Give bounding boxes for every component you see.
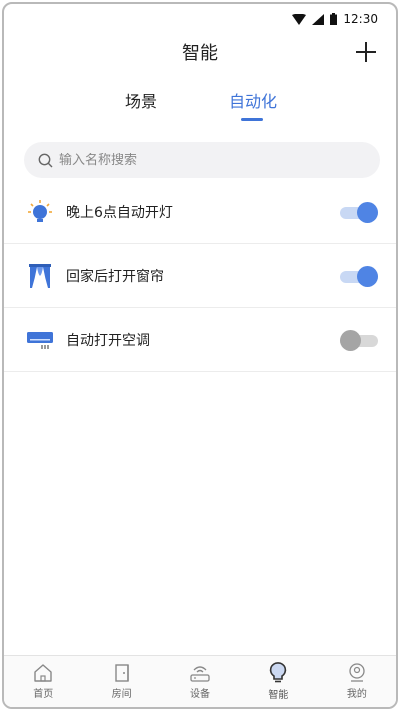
nav-home[interactable]: 首页 (4, 656, 82, 707)
status-time: 12:30 (343, 12, 378, 26)
nav-room[interactable]: 房间 (82, 656, 160, 707)
add-button[interactable] (352, 38, 380, 66)
search-bar[interactable] (24, 142, 380, 178)
automation-list: 晚上6点自动开灯 回家后打开窗帘 自动打开空调 (4, 180, 396, 372)
nav-label: 智能 (268, 690, 289, 701)
phone-frame: 12:30 智能 场景 自动化 输入名称搜索 晚上6点自动开灯 回家后打开窗帘 … (2, 2, 398, 709)
automation-toggle[interactable] (340, 266, 378, 287)
nav-label: 首页 (33, 689, 54, 700)
smart-bulb-icon (270, 662, 287, 683)
list-item[interactable]: 回家后打开窗帘 (4, 244, 396, 308)
light-bulb-icon (26, 198, 54, 226)
nav-profile[interactable]: 我的 (318, 656, 396, 707)
search-icon (38, 153, 53, 167)
nav-label: 我的 (346, 689, 367, 700)
wifi-icon (292, 13, 307, 25)
bottom-nav: 首页 房间 设备 智能 我的 (4, 655, 396, 707)
automation-toggle[interactable] (340, 202, 378, 223)
battery-icon (330, 13, 338, 25)
tab-scene[interactable]: 场景 (101, 88, 181, 112)
home-icon (34, 664, 52, 682)
profile-icon (349, 663, 365, 682)
tab-bar: 场景 自动化 (4, 88, 396, 128)
search-input[interactable] (59, 152, 359, 168)
status-bar: 12:30 (4, 4, 396, 34)
router-icon (190, 666, 210, 682)
nav-label: 房间 (111, 689, 132, 700)
list-item[interactable]: 自动打开空调 (4, 308, 396, 372)
tab-indicator (241, 118, 263, 121)
nav-device[interactable]: 设备 (161, 656, 239, 707)
signal-icon (312, 13, 325, 25)
toggle-knob (340, 330, 361, 351)
door-icon (114, 664, 129, 682)
nav-smart[interactable]: 智能 (239, 656, 317, 707)
automation-label: 晚上6点自动开灯 (66, 204, 173, 221)
automation-label: 自动打开空调 (66, 332, 150, 349)
header: 智能 (4, 32, 396, 72)
tab-automation[interactable]: 自动化 (213, 88, 293, 121)
page-title: 智能 (182, 43, 218, 64)
list-item[interactable]: 晚上6点自动开灯 (4, 180, 396, 244)
automation-toggle[interactable] (340, 330, 378, 351)
nav-label: 设备 (190, 689, 211, 700)
air-conditioner-icon (26, 326, 54, 354)
toggle-knob (357, 266, 378, 287)
tab-automation-label: 自动化 (228, 92, 277, 111)
plus-icon (356, 42, 376, 62)
curtain-icon (26, 262, 54, 290)
automation-label: 回家后打开窗帘 (66, 268, 164, 285)
toggle-knob (357, 202, 378, 223)
